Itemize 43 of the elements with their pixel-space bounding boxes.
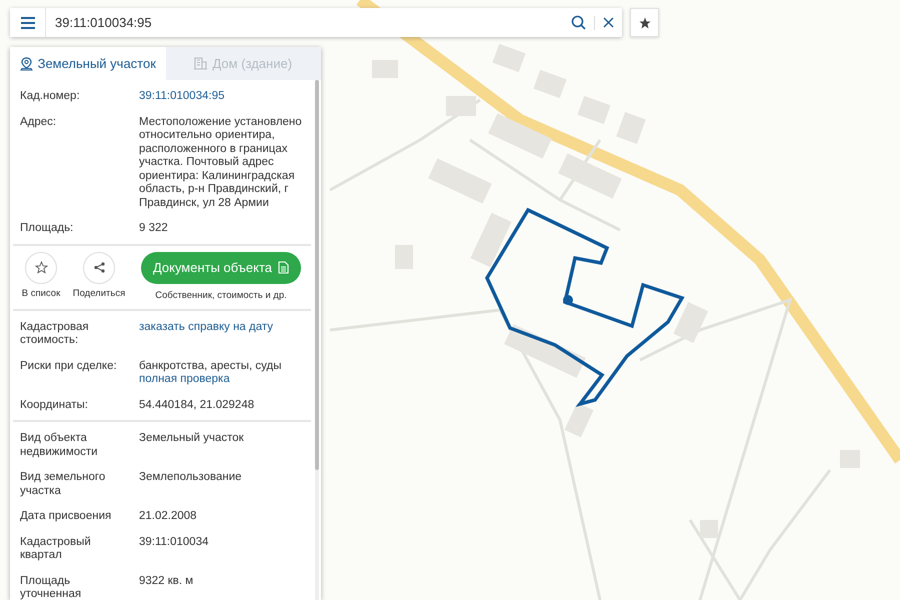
- link[interactable]: полная проверка: [139, 373, 230, 386]
- field-label: Кад.номер:: [20, 90, 81, 104]
- star-icon: [34, 261, 48, 274]
- search-icon[interactable]: [571, 15, 586, 30]
- share-button[interactable]: [83, 252, 115, 284]
- favorite-button[interactable]: [630, 8, 659, 37]
- field-value: 39:11:010034: [139, 536, 208, 549]
- share-icon: [94, 262, 104, 273]
- building-icon: [194, 57, 208, 70]
- button-caption: В список: [22, 288, 60, 298]
- document-icon: [278, 261, 290, 274]
- field-value: Землепользование: [139, 471, 242, 484]
- link[interactable]: заказать справку на дату: [139, 320, 274, 334]
- field-value: 54.440184, 21.029248: [139, 398, 254, 412]
- button-caption: Поделиться: [72, 288, 126, 298]
- field-value: 9322 кв. м: [139, 574, 194, 588]
- location-pin-icon: [20, 56, 33, 70]
- menu-button[interactable]: [10, 8, 46, 37]
- field-value: Земельный участок: [139, 432, 244, 446]
- field-label: Координаты:: [20, 398, 89, 412]
- field-label: Площадь:: [20, 222, 74, 236]
- field-value: 9 322: [139, 222, 168, 236]
- button-caption: Собственник, стоимость и др.: [155, 290, 287, 300]
- field-label: Риски при сделке:: [20, 360, 118, 374]
- field-label: Вид объекта недвижимости: [20, 432, 99, 459]
- search-bar[interactable]: 39:11:010034:95: [10, 8, 622, 37]
- search-field[interactable]: 39:11:010034:95: [46, 14, 563, 31]
- field-label: Дата присвоения: [20, 510, 112, 524]
- scrollbar[interactable]: [315, 80, 319, 600]
- field-label: Кадастровая стоимость:: [20, 320, 90, 348]
- field-label: Площадь уточненная: [20, 574, 82, 600]
- menu-icon: [20, 16, 34, 28]
- link[interactable]: 39:11:010034:95: [139, 90, 224, 104]
- star-icon: [638, 16, 650, 28]
- field-label: Адрес:: [20, 116, 58, 130]
- close-icon[interactable]: [603, 17, 614, 28]
- field-value: Местоположение установлено относительно ориентира, расположенного в границах участка. Почтовый адрес ориентира: Калининградская область, р-н Правдинский, г Правдинск, ул 28 Армии: [139, 116, 303, 210]
- add-to-list-button[interactable]: [25, 252, 57, 284]
- field-label: Кадастровый квартал: [20, 536, 92, 562]
- field-label: Вид земельного участка: [20, 471, 106, 498]
- tab[interactable]: Земельный участок: [10, 47, 166, 80]
- field-value: 21.02.2008: [139, 510, 197, 524]
- field-value: банкротства, аресты, суды: [139, 360, 282, 373]
